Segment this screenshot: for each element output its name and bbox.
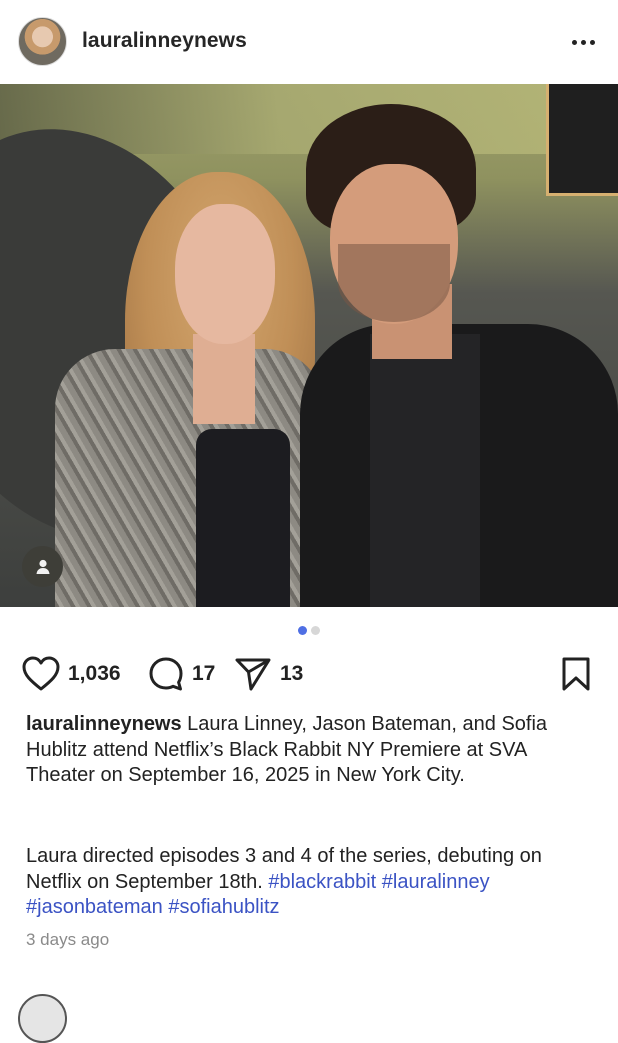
comment-icon [149, 657, 183, 691]
post-username[interactable]: lauralinneynews [82, 29, 247, 53]
comment-button[interactable]: 17 [148, 656, 215, 692]
more-options-icon[interactable] [566, 28, 600, 56]
hashtag-link[interactable]: #blackrabbit [268, 871, 376, 893]
post-caption-continued: Laura directed episodes 3 and 4 of the s… [26, 844, 600, 921]
post-caption: lauralinneynews Laura Linney, Jason Bate… [26, 712, 600, 789]
post-timestamp: 3 days ago [26, 930, 110, 949]
heart-icon [22, 656, 60, 691]
user-tag-icon[interactable] [22, 546, 63, 587]
hashtag-link[interactable]: #sofiahublitz [168, 896, 279, 918]
share-button[interactable]: 13 [234, 656, 303, 692]
bookmark-icon [562, 657, 590, 691]
share-count: 13 [280, 662, 304, 685]
hashtag-link[interactable]: #jasonbateman [26, 896, 163, 918]
post-photo[interactable] [0, 84, 618, 607]
carousel-dot-active[interactable] [298, 626, 307, 635]
carousel-indicator [0, 626, 618, 636]
carousel-dot[interactable] [311, 626, 320, 635]
hashtag-link[interactable]: #lauralinney [382, 871, 490, 893]
action-bar: 1,036 17 13 [0, 652, 618, 696]
like-count: 1,036 [68, 662, 121, 685]
comment-count: 17 [192, 662, 216, 685]
post-header: lauralinneynews [0, 0, 618, 84]
save-button[interactable] [560, 656, 592, 697]
next-post-avatar[interactable] [18, 994, 67, 1043]
caption-username[interactable]: lauralinneynews [26, 713, 182, 735]
send-icon [235, 658, 271, 691]
profile-avatar[interactable] [18, 17, 67, 66]
like-button[interactable]: 1,036 [22, 656, 121, 692]
